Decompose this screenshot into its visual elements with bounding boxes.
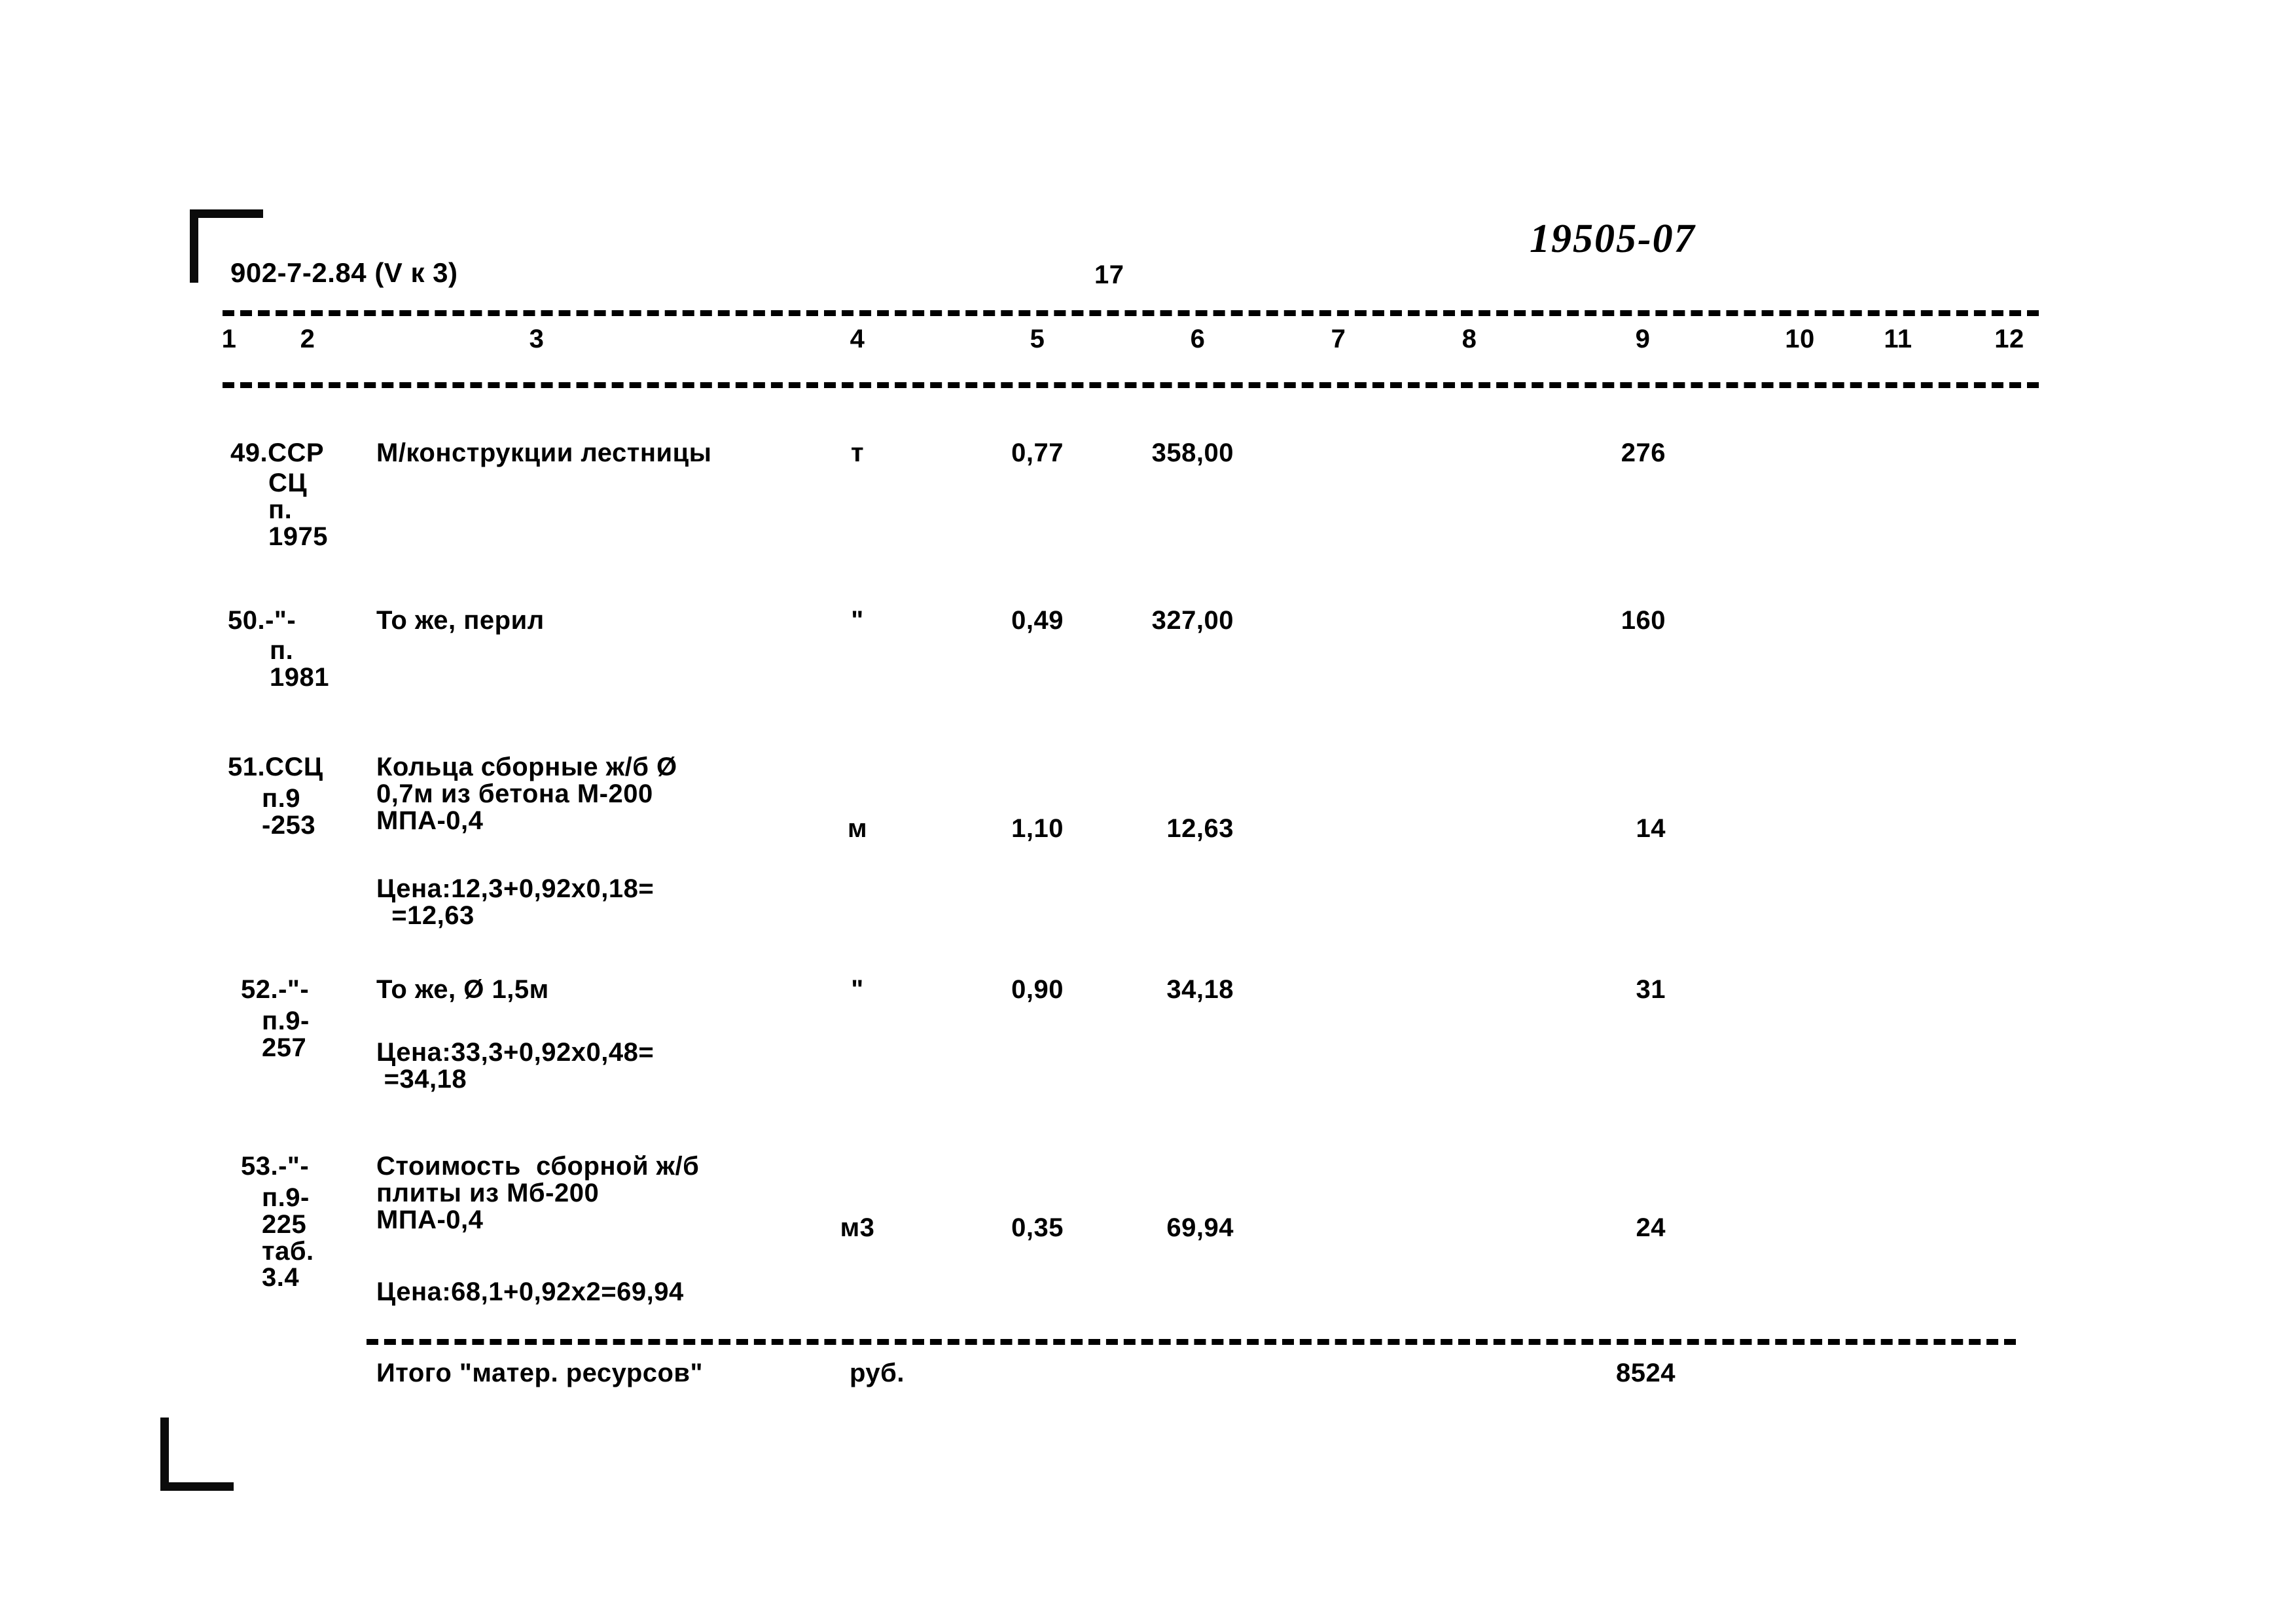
column-header-9: 9 xyxy=(1635,325,1651,353)
row-description: Кольца сборные ж/б Ø 0,7м из бетона М-200… xyxy=(376,754,677,834)
column-header-4: 4 xyxy=(850,325,865,353)
description-line: МПА-0,4 xyxy=(376,806,484,835)
row-quantity: 1,10 xyxy=(1011,814,1064,843)
price-note-line: Цена:12,3+0,92х0,18= xyxy=(376,874,655,903)
row-unit-price: 327,00 xyxy=(1151,606,1234,635)
code-line: 3.4 xyxy=(262,1263,300,1293)
row-code-lines: СЦ п. 1975 xyxy=(268,470,328,550)
column-header-12: 12 xyxy=(1994,325,2024,353)
row-unit-price: 12,63 xyxy=(1166,814,1234,843)
column-number-strip: 1 2 3 4 5 6 7 8 9 10 11 12 xyxy=(0,326,2296,365)
description-line: плиты из Мб-200 xyxy=(376,1178,600,1207)
row-unit: " xyxy=(851,606,864,635)
row-description: То же, перил xyxy=(376,606,545,635)
code-line: -253 xyxy=(262,810,316,840)
code-line: 1981 xyxy=(270,662,329,692)
handwritten-archive-number: 19505-07 xyxy=(1530,217,1696,261)
document-code: 902-7-2.84 (V к 3) xyxy=(230,257,458,288)
description-line: Кольца сборные ж/б Ø xyxy=(376,753,677,781)
row-unit: " xyxy=(851,975,864,1004)
row-price-note: Цена:68,1+0,92х2=69,94 xyxy=(376,1277,684,1306)
table-rule-bottom xyxy=(223,382,2039,388)
row-code-lines: п.9- 225 таб. 3.4 xyxy=(262,1185,314,1291)
row-quantity: 0,35 xyxy=(1011,1213,1064,1242)
total-rule xyxy=(367,1339,2016,1345)
row-total: 24 xyxy=(1636,1213,1666,1242)
description-line: МПА-0,4 xyxy=(376,1205,484,1234)
code-line: 225 xyxy=(262,1209,307,1239)
page-number: 17 xyxy=(1094,260,1124,289)
column-header-11: 11 xyxy=(1884,325,1912,353)
row-quantity: 0,77 xyxy=(1011,438,1064,467)
row-description: М/конструкции лестницы xyxy=(376,438,712,467)
row-unit: м3 xyxy=(840,1213,875,1242)
row-unit-price: 69,94 xyxy=(1166,1213,1234,1242)
total-value: 8524 xyxy=(1616,1359,1676,1387)
code-line: таб. xyxy=(262,1236,314,1266)
row-price-note: Цена:12,3+0,92х0,18= =12,63 xyxy=(376,876,654,929)
row-quantity: 0,90 xyxy=(1011,975,1064,1004)
row-code-lines: п.9- 257 xyxy=(262,1008,310,1061)
price-note-line: Цена:33,3+0,92х0,48= xyxy=(376,1038,655,1067)
column-header-10: 10 xyxy=(1785,325,1815,353)
code-line: СЦ xyxy=(268,469,308,497)
column-header-2: 2 xyxy=(300,325,315,353)
row-unit-price: 358,00 xyxy=(1151,438,1234,467)
code-line: п. xyxy=(268,495,293,524)
row-number: 51.ССЦ xyxy=(228,753,323,781)
code-line: 1975 xyxy=(268,522,328,551)
row-number: 49.ССР xyxy=(230,438,325,467)
column-header-3: 3 xyxy=(529,325,545,353)
column-header-8: 8 xyxy=(1462,325,1477,353)
row-description: Стоимость сборной ж/б плиты из Мб-200 МПА-… xyxy=(376,1153,699,1233)
code-line: п.9 xyxy=(262,784,301,813)
row-description: То же, Ø 1,5м xyxy=(376,975,549,1004)
description-line: Стоимость сборной ж/б xyxy=(376,1152,700,1181)
scanned-document-page: 902-7-2.84 (V к 3) 17 19505-07 1 2 3 4 5… xyxy=(0,0,2296,1623)
corner-mark-bottom-left xyxy=(160,1414,238,1491)
row-number: 52.-"- xyxy=(241,975,310,1004)
column-header-1: 1 xyxy=(221,325,237,353)
row-total: 276 xyxy=(1621,438,1666,467)
total-unit: руб. xyxy=(850,1359,905,1387)
code-line: п.9- xyxy=(262,1007,310,1035)
total-label: Итого "матер. ресурсов" xyxy=(376,1359,703,1387)
row-number: 50.-"- xyxy=(228,606,296,635)
row-total: 14 xyxy=(1636,814,1666,843)
row-unit-price: 34,18 xyxy=(1166,975,1234,1004)
code-line: п. xyxy=(270,636,294,665)
price-note-line: =34,18 xyxy=(376,1064,467,1094)
row-price-note: Цена:33,3+0,92х0,48= =34,18 xyxy=(376,1039,654,1093)
code-line: 257 xyxy=(262,1033,307,1062)
row-unit: м xyxy=(847,814,868,843)
row-code-lines: п.9 -253 xyxy=(262,785,315,839)
row-total: 160 xyxy=(1621,606,1666,635)
code-line: п.9- xyxy=(262,1183,310,1212)
column-header-7: 7 xyxy=(1331,325,1346,353)
row-unit: т xyxy=(850,438,865,467)
row-quantity: 0,49 xyxy=(1011,606,1064,635)
price-note-line: =12,63 xyxy=(376,901,475,930)
row-number: 53.-"- xyxy=(241,1152,310,1181)
row-code-lines: п. 1981 xyxy=(270,637,329,691)
table-rule-top xyxy=(223,310,2039,316)
column-header-5: 5 xyxy=(1030,325,1045,353)
row-total: 31 xyxy=(1636,975,1666,1004)
column-header-6: 6 xyxy=(1190,325,1206,353)
description-line: 0,7м из бетона М-200 xyxy=(376,779,653,808)
